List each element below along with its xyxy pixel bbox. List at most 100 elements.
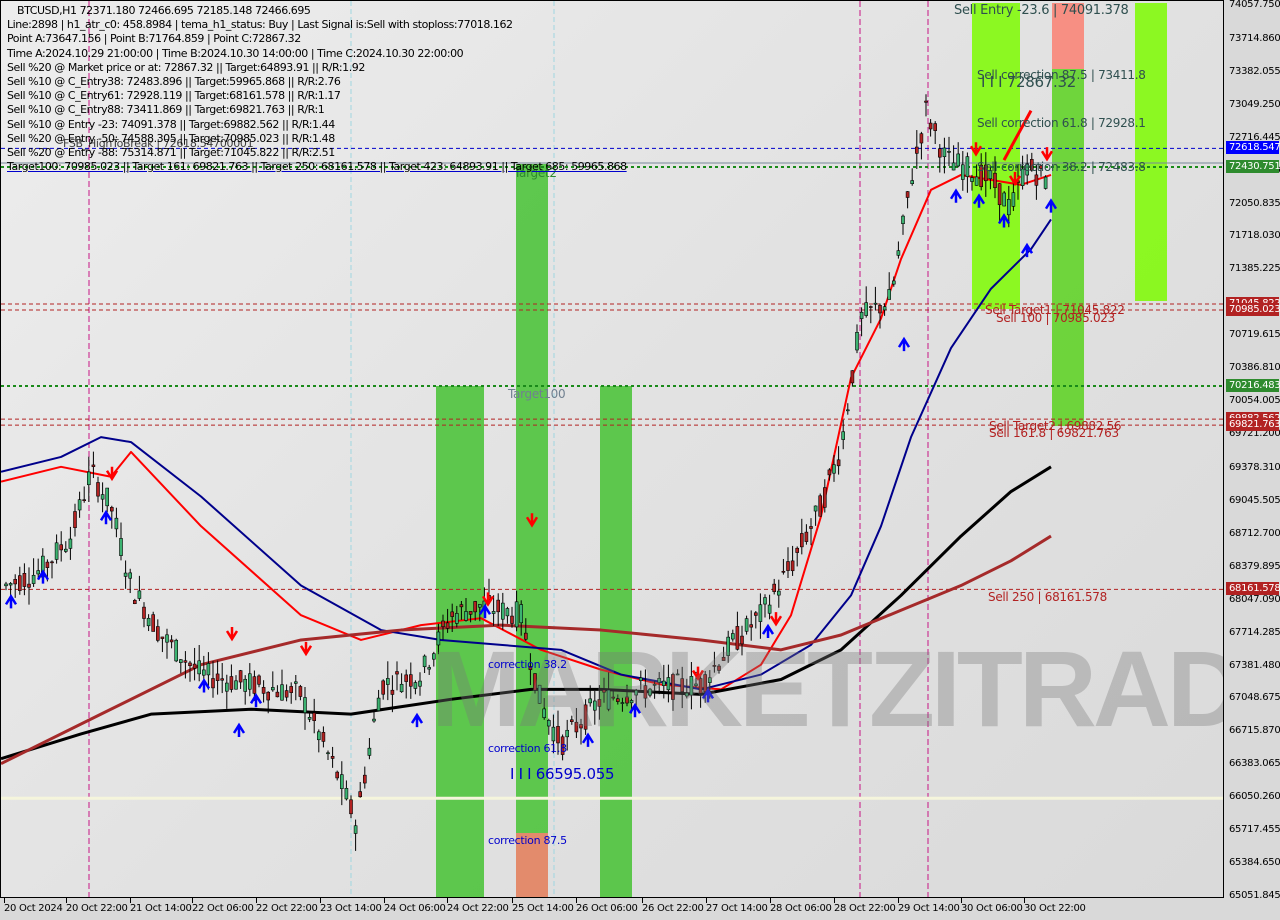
price-tick-label: 72050.835 [1229,197,1280,209]
candle-body [146,617,151,627]
candle-body [110,507,114,512]
info-panel: BTCUSD,H1 72371.180 72466.695 72185.148 … [7,4,627,174]
info-line: Sell %20 @ Entry -50: 74588.305 || Targe… [7,131,335,145]
annotation-sell-corr-618: Sell correction 61.8 | 72928.1 [977,116,1146,130]
candle-body [197,660,201,675]
candle-body [500,602,505,620]
candle-body [211,678,215,689]
candle-body [781,570,786,573]
candle-body [312,712,317,721]
candle-body [399,683,404,693]
candle-body [8,583,13,586]
candle-body [261,687,266,694]
candle-body [344,787,349,800]
sell-arrow-icon [225,627,239,642]
candle-body [385,678,390,685]
candle-body [349,799,353,815]
candle-body [238,670,243,683]
candle-body [381,680,386,695]
price-tick-label: 73714.860 [1229,32,1280,44]
candle-body [514,601,519,628]
candle-body [326,752,330,755]
candle-body [960,164,965,180]
candle-body [496,599,501,613]
candle-body [510,615,514,624]
candle-body [335,771,340,779]
candle-body [477,604,482,608]
candle-body [891,280,896,285]
candle-body [321,732,326,742]
time-tick-label: 21 Oct 14:00 [130,903,192,914]
candle-body [77,499,82,511]
candle-body [473,601,478,613]
candle-body [468,611,473,615]
candle-body [165,634,169,643]
candle-body [36,570,41,575]
candle-body [813,505,818,512]
candle-body [822,487,827,508]
candle-body [841,431,846,440]
candle-body [17,575,22,591]
time-tick-label: 23 Oct 14:00 [320,903,382,914]
candle-body [818,495,823,517]
candle-body [758,604,763,622]
candle-body [225,682,229,692]
chart-title: BTCUSD,H1 72371.180 72466.695 72185.148 … [17,4,311,17]
time-tick-label: 25 Oct 14:00 [512,903,574,914]
candle-body [298,686,303,697]
candle-body [836,459,841,467]
candle-body [413,682,418,689]
time-tick-label: 27 Oct 14:00 [706,903,768,914]
time-tick-label: 28 Oct 22:00 [834,903,896,914]
candle-body [827,469,832,476]
candle-body [45,561,50,568]
price-tick-label: 70719.615 [1229,329,1280,341]
candle-body [505,608,510,617]
candle-body [905,191,910,198]
candle-body [4,583,8,587]
candle-body [376,697,381,711]
price-tick-label: 71385.225 [1229,263,1280,275]
candle-body [763,597,767,605]
candle-body [330,756,335,759]
candle-body [206,663,211,676]
candle-body [855,331,859,351]
price-tick-label: 66050.260 [1229,791,1280,803]
candle-body [859,311,864,319]
candle-body [997,183,1002,206]
candle-body [133,600,137,605]
info-line: Sell %10 @ C_Entry38: 72483.896 || Targe… [7,75,341,89]
candle-body [422,655,427,668]
annotation-target100: Target100 [508,387,566,401]
candle-body [59,544,64,551]
candle-body [887,289,892,300]
candle-body [799,533,804,548]
zone-bar [972,3,1020,309]
info-line: Sell %10 @ C_Entry88: 73411.869 || Targe… [7,103,325,117]
candle-body [284,690,289,698]
candle-body [275,691,280,698]
candle-body [809,526,813,529]
candle-body [303,697,307,713]
candle-body [358,791,363,798]
chart-area[interactable]: MARKETZITRADE BTCUSD,H1 72371.180 72466.… [0,0,1224,898]
buy-arrow-icon [197,678,211,693]
candle-body [91,464,96,467]
zone-bar [516,164,548,897]
candle-body [100,494,105,500]
candle-body [96,482,100,497]
candle-body [114,517,119,530]
info-line: Sell %20 @ Market price or at: 72867.32 … [7,60,365,74]
candle-body [142,606,146,619]
candle-body [13,579,17,585]
candle-body [339,774,344,789]
candle-body [901,215,905,225]
candle-body [951,162,956,171]
sell-arrow-icon [1040,147,1054,162]
candle-body [459,604,464,608]
candle-body [270,687,275,691]
candle-body [974,176,979,186]
candle-body [372,718,376,722]
candle-body [408,674,413,687]
time-tick-label: 24 Oct 22:00 [447,903,509,914]
